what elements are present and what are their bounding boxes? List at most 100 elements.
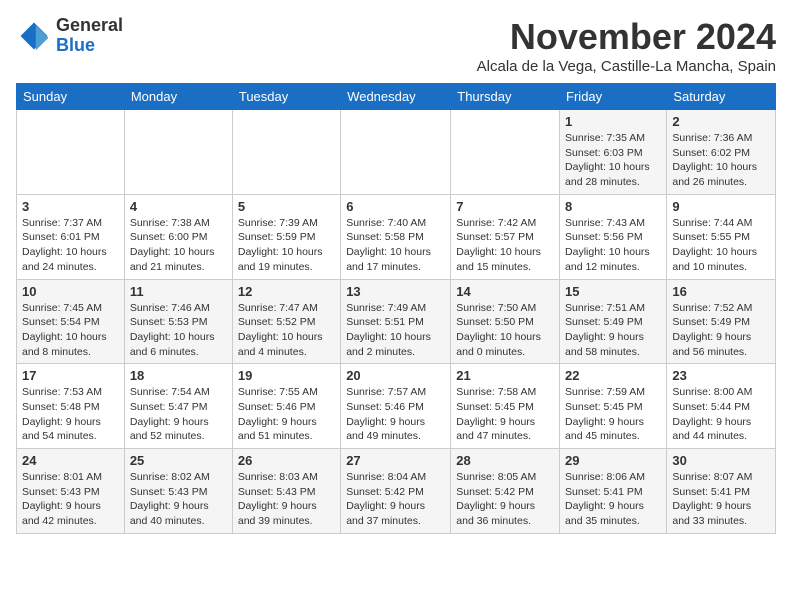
weekday-header-wednesday: Wednesday (341, 84, 451, 110)
week-row-5: 24 Sunrise: 8:01 AM Sunset: 5:43 PM Dayli… (17, 449, 776, 534)
day-info: Sunrise: 8:06 AM Sunset: 5:41 PM Dayligh… (565, 470, 661, 529)
logo-icon (16, 18, 52, 54)
day-number: 26 (238, 453, 335, 468)
day-info: Sunrise: 7:37 AM Sunset: 6:01 PM Dayligh… (22, 216, 119, 275)
logo: General Blue (16, 16, 123, 56)
weekday-header-sunday: Sunday (17, 84, 125, 110)
day-info: Sunrise: 7:47 AM Sunset: 5:52 PM Dayligh… (238, 301, 335, 360)
day-number: 4 (130, 199, 227, 214)
week-row-4: 17 Sunrise: 7:53 AM Sunset: 5:48 PM Dayli… (17, 364, 776, 449)
day-cell: 2 Sunrise: 7:36 AM Sunset: 6:02 PM Daylig… (667, 110, 776, 195)
day-number: 24 (22, 453, 119, 468)
day-info: Sunrise: 7:57 AM Sunset: 5:46 PM Dayligh… (346, 385, 445, 444)
day-info: Sunrise: 8:02 AM Sunset: 5:43 PM Dayligh… (130, 470, 227, 529)
day-info: Sunrise: 8:01 AM Sunset: 5:43 PM Dayligh… (22, 470, 119, 529)
day-info: Sunrise: 7:53 AM Sunset: 5:48 PM Dayligh… (22, 385, 119, 444)
day-info: Sunrise: 8:03 AM Sunset: 5:43 PM Dayligh… (238, 470, 335, 529)
day-number: 20 (346, 368, 445, 383)
day-cell: 19 Sunrise: 7:55 AM Sunset: 5:46 PM Dayli… (232, 364, 340, 449)
week-row-1: 1 Sunrise: 7:35 AM Sunset: 6:03 PM Daylig… (17, 110, 776, 195)
day-info: Sunrise: 7:58 AM Sunset: 5:45 PM Dayligh… (456, 385, 554, 444)
day-number: 6 (346, 199, 445, 214)
weekday-header-saturday: Saturday (667, 84, 776, 110)
day-cell: 5Sunrise: 7:39 AM Sunset: 5:59 PM Daylig… (232, 194, 340, 279)
day-number: 14 (456, 284, 554, 299)
day-cell: 10 Sunrise: 7:45 AM Sunset: 5:54 PM Dayli… (17, 279, 125, 364)
calendar-body: 1 Sunrise: 7:35 AM Sunset: 6:03 PM Daylig… (17, 110, 776, 534)
day-number: 8 (565, 199, 661, 214)
day-info: Sunrise: 7:36 AM Sunset: 6:02 PM Dayligh… (672, 131, 770, 190)
day-info: Sunrise: 7:42 AM Sunset: 5:57 PM Dayligh… (456, 216, 554, 275)
day-number: 21 (456, 368, 554, 383)
day-number: 2 (672, 114, 770, 129)
day-cell: 11Sunrise: 7:46 AM Sunset: 5:53 PM Dayli… (124, 279, 232, 364)
day-cell: 13 Sunrise: 7:49 AM Sunset: 5:51 PM Dayli… (341, 279, 451, 364)
day-info: Sunrise: 7:54 AM Sunset: 5:47 PM Dayligh… (130, 385, 227, 444)
day-number: 16 (672, 284, 770, 299)
day-cell: 26 Sunrise: 8:03 AM Sunset: 5:43 PM Dayli… (232, 449, 340, 534)
day-number: 18 (130, 368, 227, 383)
day-cell: 8 Sunrise: 7:43 AM Sunset: 5:56 PM Daylig… (560, 194, 667, 279)
location-title: Alcala de la Vega, Castille-La Mancha, S… (477, 58, 776, 75)
day-number: 22 (565, 368, 661, 383)
day-info: Sunrise: 8:00 AM Sunset: 5:44 PM Dayligh… (672, 385, 770, 444)
day-cell: 21 Sunrise: 7:58 AM Sunset: 5:45 PM Dayli… (451, 364, 560, 449)
day-cell: 4 Sunrise: 7:38 AM Sunset: 6:00 PM Daylig… (124, 194, 232, 279)
day-info: Sunrise: 7:43 AM Sunset: 5:56 PM Dayligh… (565, 216, 661, 275)
day-info: Sunrise: 8:05 AM Sunset: 5:42 PM Dayligh… (456, 470, 554, 529)
day-number: 13 (346, 284, 445, 299)
day-cell: 28 Sunrise: 8:05 AM Sunset: 5:42 PM Dayli… (451, 449, 560, 534)
page-header: General Blue November 2024 Alcala de la … (16, 16, 776, 75)
day-number: 19 (238, 368, 335, 383)
day-cell: 27Sunrise: 8:04 AM Sunset: 5:42 PM Dayli… (341, 449, 451, 534)
day-number: 30 (672, 453, 770, 468)
day-number: 23 (672, 368, 770, 383)
day-number: 10 (22, 284, 119, 299)
day-info: Sunrise: 7:51 AM Sunset: 5:49 PM Dayligh… (565, 301, 661, 360)
day-number: 15 (565, 284, 661, 299)
day-cell: 12Sunrise: 7:47 AM Sunset: 5:52 PM Dayli… (232, 279, 340, 364)
day-number: 1 (565, 114, 661, 129)
weekday-header-friday: Friday (560, 84, 667, 110)
weekday-row: SundayMondayTuesdayWednesdayThursdayFrid… (17, 84, 776, 110)
day-cell: 6Sunrise: 7:40 AM Sunset: 5:58 PM Daylig… (341, 194, 451, 279)
day-cell (232, 110, 340, 195)
weekday-header-tuesday: Tuesday (232, 84, 340, 110)
day-info: Sunrise: 7:39 AM Sunset: 5:59 PM Dayligh… (238, 216, 335, 275)
logo-general: General (56, 16, 123, 36)
day-info: Sunrise: 7:49 AM Sunset: 5:51 PM Dayligh… (346, 301, 445, 360)
day-cell: 1 Sunrise: 7:35 AM Sunset: 6:03 PM Daylig… (560, 110, 667, 195)
logo-text: General Blue (56, 16, 123, 56)
day-cell: 25Sunrise: 8:02 AM Sunset: 5:43 PM Dayli… (124, 449, 232, 534)
day-number: 29 (565, 453, 661, 468)
day-info: Sunrise: 7:52 AM Sunset: 5:49 PM Dayligh… (672, 301, 770, 360)
day-cell: 14 Sunrise: 7:50 AM Sunset: 5:50 PM Dayli… (451, 279, 560, 364)
day-cell: 29 Sunrise: 8:06 AM Sunset: 5:41 PM Dayli… (560, 449, 667, 534)
day-cell: 3Sunrise: 7:37 AM Sunset: 6:01 PM Daylig… (17, 194, 125, 279)
day-cell: 9Sunrise: 7:44 AM Sunset: 5:55 PM Daylig… (667, 194, 776, 279)
calendar-header: SundayMondayTuesdayWednesdayThursdayFrid… (17, 84, 776, 110)
day-cell: 22 Sunrise: 7:59 AM Sunset: 5:45 PM Dayli… (560, 364, 667, 449)
day-info: Sunrise: 7:45 AM Sunset: 5:54 PM Dayligh… (22, 301, 119, 360)
day-number: 28 (456, 453, 554, 468)
day-info: Sunrise: 7:50 AM Sunset: 5:50 PM Dayligh… (456, 301, 554, 360)
day-cell: 18 Sunrise: 7:54 AM Sunset: 5:47 PM Dayli… (124, 364, 232, 449)
day-info: Sunrise: 7:59 AM Sunset: 5:45 PM Dayligh… (565, 385, 661, 444)
day-number: 17 (22, 368, 119, 383)
day-info: Sunrise: 7:55 AM Sunset: 5:46 PM Dayligh… (238, 385, 335, 444)
day-cell: 16 Sunrise: 7:52 AM Sunset: 5:49 PM Dayli… (667, 279, 776, 364)
day-cell: 7 Sunrise: 7:42 AM Sunset: 5:57 PM Daylig… (451, 194, 560, 279)
day-info: Sunrise: 7:35 AM Sunset: 6:03 PM Dayligh… (565, 131, 661, 190)
weekday-header-monday: Monday (124, 84, 232, 110)
day-info: Sunrise: 7:46 AM Sunset: 5:53 PM Dayligh… (130, 301, 227, 360)
day-cell: 23 Sunrise: 8:00 AM Sunset: 5:44 PM Dayli… (667, 364, 776, 449)
day-cell (124, 110, 232, 195)
logo-blue: Blue (56, 36, 123, 56)
day-cell: 24 Sunrise: 8:01 AM Sunset: 5:43 PM Dayli… (17, 449, 125, 534)
day-number: 7 (456, 199, 554, 214)
day-cell (341, 110, 451, 195)
day-info: Sunrise: 7:38 AM Sunset: 6:00 PM Dayligh… (130, 216, 227, 275)
week-row-3: 10 Sunrise: 7:45 AM Sunset: 5:54 PM Dayli… (17, 279, 776, 364)
calendar: SundayMondayTuesdayWednesdayThursdayFrid… (16, 83, 776, 534)
day-number: 27 (346, 453, 445, 468)
